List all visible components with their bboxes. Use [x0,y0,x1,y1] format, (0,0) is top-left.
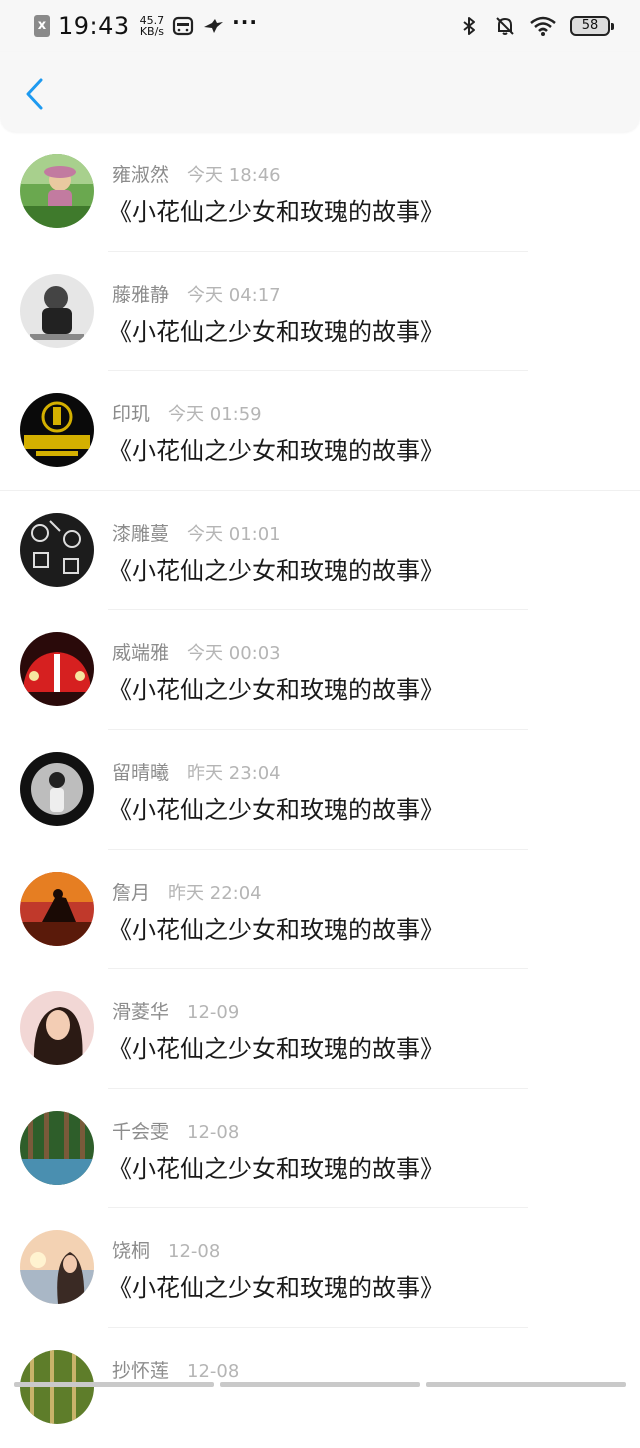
status-right: 58 [458,15,610,37]
user-name[interactable]: 抄怀莲 [112,1356,169,1383]
avatar[interactable] [20,154,94,228]
user-name[interactable]: 滑菱华 [112,997,169,1024]
list-item[interactable]: 詹月 昨天 22:04 《小花仙之少女和玫瑰的故事》 [0,850,640,970]
timestamp: 今天 04:17 [187,281,281,307]
battery-icon: 58 [570,16,610,36]
item-meta: 饶桐 12-08 [112,1236,220,1263]
user-name[interactable]: 藤雅静 [112,280,169,307]
avatar[interactable] [20,1111,94,1185]
user-name[interactable]: 漆雕蔓 [112,519,169,546]
list-item[interactable]: 饶桐 12-08 《小花仙之少女和玫瑰的故事》 [0,1208,640,1328]
list-item[interactable]: 滑菱华 12-09 《小花仙之少女和玫瑰的故事》 [0,969,640,1089]
timestamp: 今天 01:59 [168,400,262,426]
list-item[interactable]: 抄怀莲 12-08 [0,1328,640,1448]
timestamp: 昨天 23:04 [187,759,281,785]
user-name[interactable]: 詹月 [112,878,150,905]
list-item[interactable]: 留晴曦 昨天 23:04 《小花仙之少女和玫瑰的故事》 [0,730,640,850]
timestamp: 12-09 [187,1002,239,1023]
item-meta: 千会雯 12-08 [112,1117,239,1144]
message-text: 《小花仙之少女和玫瑰的故事》 [108,790,444,825]
mute-icon [494,15,516,37]
message-text: 《小花仙之少女和玫瑰的故事》 [108,1149,444,1184]
message-text: 《小花仙之少女和玫瑰的故事》 [108,431,444,466]
avatar[interactable] [20,1230,94,1304]
more-dots-icon: ··· [232,10,258,34]
timestamp: 昨天 22:04 [168,879,262,905]
user-name[interactable]: 千会雯 [112,1117,169,1144]
avatar[interactable] [20,274,94,348]
home-indicator-bar [220,1382,420,1387]
message-text: 《小花仙之少女和玫瑰的故事》 [108,1268,444,1303]
status-left: x 19:43 45.7 KB/s ··· [34,12,258,40]
message-icon [172,15,194,37]
item-meta: 藤雅静 今天 04:17 [112,280,281,307]
item-meta: 抄怀莲 12-08 [112,1356,239,1383]
user-name[interactable]: 雍淑然 [112,160,169,187]
item-meta: 滑菱华 12-09 [112,997,239,1024]
message-text: 《小花仙之少女和玫瑰的故事》 [108,1029,444,1064]
message-text: 《小花仙之少女和玫瑰的故事》 [108,192,444,227]
message-text: 《小花仙之少女和玫瑰的故事》 [108,551,444,586]
list-item[interactable]: 千会雯 12-08 《小花仙之少女和玫瑰的故事》 [0,1089,640,1209]
avatar[interactable] [20,872,94,946]
avatar[interactable] [20,513,94,587]
user-name[interactable]: 印玑 [112,399,150,426]
item-meta: 漆雕蔓 今天 01:01 [112,519,281,546]
item-meta: 留晴曦 昨天 23:04 [112,758,281,785]
wifi-icon [530,15,556,37]
list-item[interactable]: 藤雅静 今天 04:17 《小花仙之少女和玫瑰的故事》 [0,252,640,372]
nav-bar [0,52,640,132]
network-speed: 45.7 KB/s [140,15,165,37]
timestamp: 今天 00:03 [187,639,281,665]
network-speed-unit: KB/s [140,26,164,37]
timestamp: 12-08 [187,1122,239,1143]
timestamp: 今天 18:46 [187,161,281,187]
item-meta: 雍淑然 今天 18:46 [112,160,281,187]
list-item[interactable]: 印玑 今天 01:59 《小花仙之少女和玫瑰的故事》 [0,371,640,491]
status-time: 19:43 [58,12,130,40]
list-item[interactable]: 雍淑然 今天 18:46 《小花仙之少女和玫瑰的故事》 [0,132,640,252]
user-name[interactable]: 威端雅 [112,638,169,665]
item-meta: 詹月 昨天 22:04 [112,878,262,905]
user-name[interactable]: 饶桐 [112,1236,150,1263]
status-bar: x 19:43 45.7 KB/s ··· 58 [0,0,640,52]
message-text: 《小花仙之少女和玫瑰的故事》 [108,670,444,705]
timestamp: 12-08 [168,1241,220,1262]
avatar[interactable] [20,991,94,1065]
message-text: 《小花仙之少女和玫瑰的故事》 [108,910,444,945]
avatar[interactable] [20,393,94,467]
chevron-left-icon [24,77,44,111]
home-indicator [0,1382,640,1387]
back-button[interactable] [16,74,52,114]
avatar[interactable] [20,632,94,706]
item-meta: 威端雅 今天 00:03 [112,638,281,665]
list-item[interactable]: 威端雅 今天 00:03 《小花仙之少女和玫瑰的故事》 [0,610,640,730]
home-indicator-bar [426,1382,626,1387]
user-name[interactable]: 留晴曦 [112,758,169,785]
message-text: 《小花仙之少女和玫瑰的故事》 [108,312,444,347]
home-indicator-bar [14,1382,214,1387]
message-list: 雍淑然 今天 18:46 《小花仙之少女和玫瑰的故事》 藤雅静 今天 04:17… [0,132,640,1448]
timestamp: 12-08 [187,1361,239,1382]
item-meta: 印玑 今天 01:59 [112,399,262,426]
sim-off-icon: x [34,15,50,37]
bluetooth-icon [458,15,480,37]
bird-icon [202,15,224,37]
list-item[interactable]: 漆雕蔓 今天 01:01 《小花仙之少女和玫瑰的故事》 [0,491,640,611]
timestamp: 今天 01:01 [187,520,281,546]
avatar[interactable] [20,752,94,826]
